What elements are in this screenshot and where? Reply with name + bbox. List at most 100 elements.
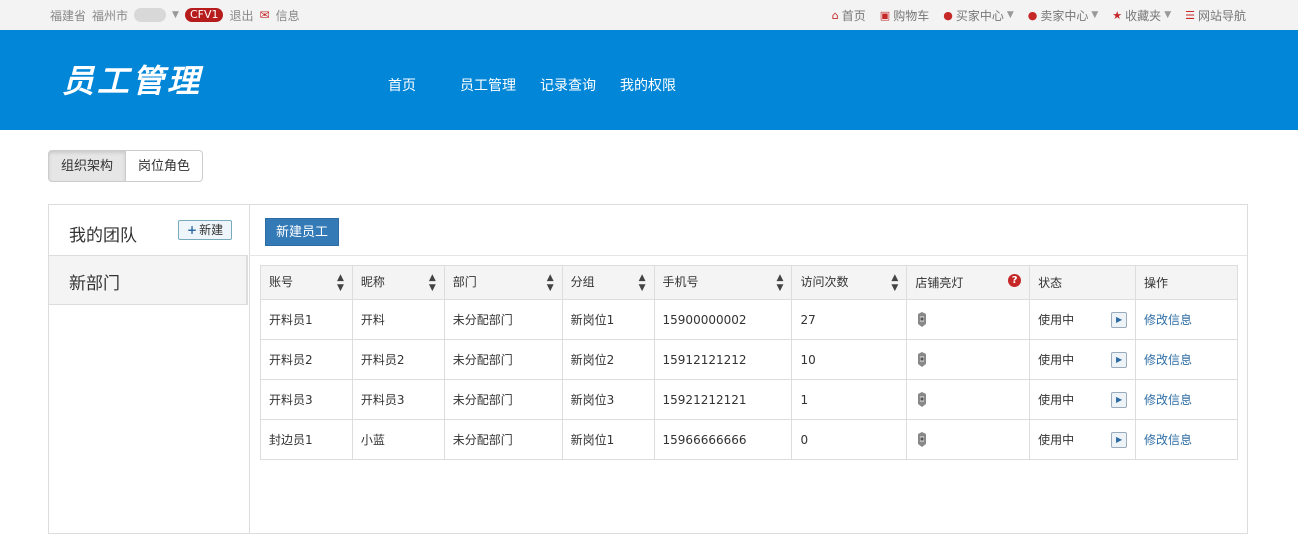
city[interactable]: 福州市 [92, 7, 128, 24]
cell-shop-light [906, 339, 1031, 380]
top-link-home[interactable]: ⌂ 首页 [832, 7, 866, 24]
cell-phone: 15900000002 [653, 299, 793, 340]
lamp-icon[interactable] [915, 311, 929, 328]
add-employee-button[interactable]: 新建员工 [265, 218, 340, 246]
lamp-icon[interactable] [915, 351, 929, 368]
chevron-down-icon[interactable]: ▼ [172, 10, 179, 20]
cell-department: 未分配部门 [443, 339, 563, 380]
nav-my-permissions[interactable]: 我的权限 [620, 75, 676, 95]
help-icon[interactable]: ? [1008, 274, 1022, 287]
col-shop-light: 店铺亮灯? [906, 265, 1031, 300]
top-link-seller-center[interactable]: ● 卖家中心 ▼ [1028, 7, 1099, 24]
cell-visits: 0 [791, 419, 908, 460]
col-status: 状态 [1029, 265, 1137, 300]
sidebar: 我的团队 + 新建 新部门 [49, 205, 250, 533]
sort-icon[interactable]: ▲ ▼ [639, 273, 646, 293]
cell-account: 开料员2 [260, 339, 353, 380]
cell-status: 使用中 ▶ [1029, 299, 1137, 340]
nav-record-query[interactable]: 记录查询 [540, 75, 596, 95]
edit-info-link[interactable]: 修改信息 [1144, 353, 1192, 367]
sort-icon[interactable]: ▲ ▼ [429, 273, 436, 293]
team-panel: 我的团队 + 新建 新部门 新建员工 账号 ▲ ▼ 昵称 ▲ ▼ 部门 ▲ ▼ 分组 ▲ ▼ 手机… [48, 204, 1248, 534]
top-link-buyer-center[interactable]: ● 买家中心 ▼ [943, 7, 1014, 24]
location-bar: 福建省 福州市 ▼ CFV1 退出 ✉ 信息 [50, 0, 300, 30]
cell-department: 未分配部门 [443, 299, 563, 340]
top-link-cart[interactable]: ▣ 购物车 [880, 7, 929, 24]
new-department-button[interactable]: + 新建 [178, 220, 233, 240]
employee-table: 账号 ▲ ▼ 昵称 ▲ ▼ 部门 ▲ ▼ 分组 ▲ ▼ 手机号 ▲ ▼ 访问次数 ▲ ▼ 店铺亮灯? 状… [260, 265, 1238, 460]
header: 员工管理 首页 员工管理 记录查询 我的权限 [0, 30, 1298, 130]
cell-nickname: 开料 [351, 299, 445, 340]
level-badge: CFV1 [184, 8, 224, 22]
list-icon: ☰ [1185, 8, 1195, 22]
nav-employee-management[interactable]: 员工管理 [460, 75, 516, 95]
cell-nickname: 开料员3 [351, 379, 445, 420]
cell-phone: 15921212121 [653, 379, 793, 420]
user-icon: ● [943, 8, 953, 22]
logout-link[interactable]: 退出 [229, 7, 253, 24]
col-visits[interactable]: 访问次数 ▲ ▼ [791, 265, 908, 300]
messages-link[interactable]: 信息 [276, 7, 300, 24]
table-row: 开料员2 开料员2 未分配部门 新岗位2 15912121212 10 使用中 ▶ 修改信息 [260, 339, 1238, 380]
col-phone[interactable]: 手机号 ▲ ▼ [653, 265, 793, 300]
top-link-favorites[interactable]: ★ 收藏夹 ▼ [1112, 7, 1171, 24]
sort-icon[interactable]: ▲ ▼ [337, 273, 344, 293]
cell-nickname: 小蓝 [351, 419, 445, 460]
star-icon: ★ [1112, 8, 1123, 22]
sidebar-item-new-department[interactable]: 新部门 [49, 255, 248, 305]
top-link-site-nav[interactable]: ☰ 网站导航 [1185, 7, 1246, 24]
chevron-down-icon: ▼ [1006, 10, 1014, 20]
cell-shop-light [906, 299, 1031, 340]
top-bar: 福建省 福州市 ▼ CFV1 退出 ✉ 信息 ⌂ 首页 ▣ 购物车 ● 买家中心 ▼ ●… [0, 0, 1298, 31]
play-icon[interactable]: ▶ [1111, 312, 1128, 328]
col-group[interactable]: 分组 ▲ ▼ [561, 265, 655, 300]
col-nickname[interactable]: 昵称 ▲ ▼ [351, 265, 445, 300]
chevron-down-icon: ▼ [1164, 10, 1172, 20]
col-actions: 操作 [1135, 265, 1238, 300]
edit-info-link[interactable]: 修改信息 [1144, 433, 1192, 447]
cell-account: 开料员1 [260, 299, 353, 340]
cell-phone: 15966666666 [653, 419, 793, 460]
nav-home[interactable]: 首页 [388, 75, 416, 95]
content: 新建员工 账号 ▲ ▼ 昵称 ▲ ▼ 部门 ▲ ▼ 分组 ▲ ▼ 手机号 ▲ ▼ 访问次数 ▲ ▼ 店铺… [249, 205, 1247, 533]
cell-group: 新岗位1 [561, 299, 655, 340]
edit-info-link[interactable]: 修改信息 [1144, 313, 1192, 327]
table-row: 封边员1 小蓝 未分配部门 新岗位1 15966666666 0 使用中 ▶ 修改信息 [260, 419, 1238, 460]
cell-actions: 修改信息 [1135, 299, 1238, 340]
play-icon[interactable]: ▶ [1111, 432, 1128, 448]
col-account[interactable]: 账号 ▲ ▼ [260, 265, 353, 300]
cell-account: 封边员1 [260, 419, 353, 460]
sort-icon[interactable]: ▲ ▼ [777, 273, 784, 293]
cell-group: 新岗位2 [561, 339, 655, 380]
view-tabs: 组织架构 岗位角色 [48, 150, 204, 182]
tab-position-roles[interactable]: 岗位角色 [126, 150, 204, 182]
col-department[interactable]: 部门 ▲ ▼ [443, 265, 563, 300]
cell-account: 开料员3 [260, 379, 353, 420]
plus-icon: + [187, 223, 198, 237]
lamp-icon[interactable] [915, 391, 929, 408]
sort-icon[interactable]: ▲ ▼ [891, 273, 898, 293]
cell-shop-light [906, 419, 1031, 460]
cell-actions: 修改信息 [1135, 419, 1238, 460]
home-icon: ⌂ [831, 8, 839, 22]
cell-shop-light [906, 379, 1031, 420]
play-icon[interactable]: ▶ [1111, 392, 1128, 408]
cell-actions: 修改信息 [1135, 379, 1238, 420]
play-icon[interactable]: ▶ [1111, 352, 1128, 368]
sort-icon[interactable]: ▲ ▼ [547, 273, 554, 293]
tab-org-structure[interactable]: 组织架构 [48, 150, 127, 182]
cell-group: 新岗位1 [561, 419, 655, 460]
username-blurred [134, 8, 167, 22]
table-row: 开料员3 开料员3 未分配部门 新岗位3 15921212121 1 使用中 ▶ 修改信息 [260, 379, 1238, 420]
cell-status: 使用中 ▶ [1029, 419, 1137, 460]
logo[interactable]: 员工管理 [62, 56, 202, 102]
cell-department: 未分配部门 [443, 419, 563, 460]
team-title: 我的团队 [69, 226, 137, 246]
cart-icon: ▣ [879, 8, 891, 22]
mail-icon: ✉ [259, 8, 270, 22]
cell-visits: 10 [791, 339, 908, 380]
edit-info-link[interactable]: 修改信息 [1144, 393, 1192, 407]
lamp-icon[interactable] [915, 431, 929, 448]
cell-visits: 27 [791, 299, 908, 340]
table-row: 开料员1 开料 未分配部门 新岗位1 15900000002 27 使用中 ▶ 修改信息 [260, 299, 1238, 340]
